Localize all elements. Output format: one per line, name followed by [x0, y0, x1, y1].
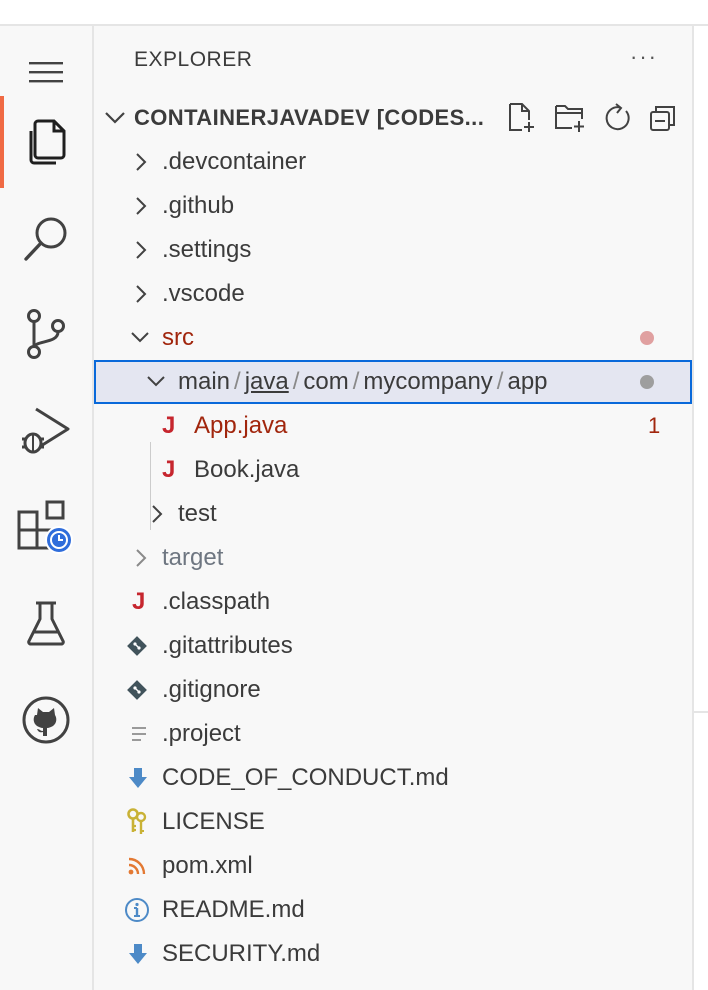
- testing-flask-icon: [27, 601, 65, 646]
- tree-label: App.java: [194, 412, 288, 439]
- path-segment-main[interactable]: main: [178, 368, 230, 395]
- git-file-icon: [126, 624, 148, 668]
- search-button[interactable]: [0, 194, 92, 286]
- tree-file-gitignore[interactable]: .gitignore: [94, 668, 692, 712]
- tree-folder-main-java-com-mycompany-app[interactable]: main / java / com / mycompany / app: [94, 360, 692, 404]
- tree-file-license[interactable]: LICENSE: [94, 800, 692, 844]
- editor-area-edge: [692, 26, 708, 990]
- github-icon: [22, 696, 70, 744]
- path-segment-java[interactable]: java: [245, 368, 289, 395]
- activity-bar: [0, 26, 94, 990]
- chevron-right-icon: [136, 549, 147, 567]
- tree-label: CODE_OF_CONDUCT.md: [162, 764, 449, 791]
- info-icon: [124, 888, 150, 932]
- tree-label: README.md: [162, 896, 305, 923]
- tree-label: SECURITY.md: [162, 940, 321, 967]
- path-segment-app[interactable]: app: [507, 368, 547, 395]
- tree-folder-github[interactable]: .github: [94, 184, 692, 228]
- explorer-title: EXPLORER: [134, 48, 253, 71]
- tree-file-security[interactable]: SECURITY.md: [94, 932, 692, 976]
- tree-file-app-java[interactable]: J App.java 1: [94, 404, 692, 448]
- tree-label: .gitignore: [162, 676, 261, 703]
- markdown-file-icon: [128, 932, 148, 976]
- tree-label: .gitattributes: [162, 632, 293, 659]
- tree-folder-settings[interactable]: .settings: [94, 228, 692, 272]
- explorer-sidebar: EXPLORER ··· CONTAINERJAVADEV [CODES...: [94, 26, 692, 990]
- remote-explorer-button[interactable]: [0, 482, 92, 574]
- menu-icon: [29, 62, 63, 83]
- tree-label: Book.java: [194, 456, 300, 483]
- github-button[interactable]: [0, 674, 92, 766]
- explorer-button[interactable]: [0, 96, 92, 188]
- pane-divider: [694, 711, 708, 713]
- tree-file-readme[interactable]: README.md: [94, 888, 692, 932]
- workspace-section-header[interactable]: CONTAINERJAVADEV [CODES...: [94, 96, 692, 140]
- tree-folder-target[interactable]: target: [94, 536, 692, 580]
- tree-label: test: [178, 500, 217, 527]
- top-bar: [0, 0, 708, 26]
- tree-label: .settings: [162, 236, 252, 263]
- path-segment-com[interactable]: com: [303, 368, 348, 395]
- tree-label: .project: [162, 720, 241, 747]
- tree-folder-vscode[interactable]: .vscode: [94, 272, 692, 316]
- java-file-icon: J: [162, 456, 176, 483]
- tree-label: src: [162, 324, 194, 351]
- compact-folder-path: main / java / com / mycompany / app: [178, 360, 548, 404]
- tree-label: pom.xml: [162, 852, 253, 879]
- tree-label: target: [162, 544, 224, 571]
- path-separator: /: [496, 368, 504, 395]
- search-icon: [24, 217, 67, 261]
- tree-file-gitattributes[interactable]: .gitattributes: [94, 624, 692, 668]
- modified-indicator-dot: [640, 375, 654, 389]
- java-file-icon: J: [132, 588, 146, 615]
- path-segment-mycompany[interactable]: mycompany: [363, 368, 492, 395]
- testing-button[interactable]: [0, 578, 92, 670]
- chevron-right-icon: [136, 285, 147, 303]
- new-file-icon[interactable]: [506, 102, 536, 134]
- modified-indicator-dot: [640, 331, 654, 345]
- run-debug-icon: [22, 407, 70, 454]
- problem-count-badge: 1: [648, 413, 661, 438]
- tree-label: .vscode: [162, 280, 245, 307]
- collapse-all-icon[interactable]: [648, 102, 678, 134]
- tree-folder-src[interactable]: src: [94, 316, 692, 360]
- chevron-down-icon: [131, 332, 149, 343]
- remote-explorer-icon: [17, 500, 73, 554]
- chevron-right-icon: [152, 505, 163, 523]
- license-key-icon: [126, 800, 148, 844]
- tree-file-pom[interactable]: pom.xml: [94, 844, 692, 888]
- path-separator: /: [292, 368, 300, 395]
- java-file-icon: J: [162, 412, 176, 439]
- chevron-right-icon: [136, 197, 147, 215]
- source-control-button[interactable]: [0, 288, 92, 380]
- files-icon: [29, 119, 66, 165]
- more-actions-button[interactable]: ···: [630, 44, 658, 70]
- chevron-right-icon: [136, 241, 147, 259]
- tree-label: .github: [162, 192, 235, 219]
- run-debug-button[interactable]: [0, 384, 92, 476]
- rss-feed-icon: [128, 844, 146, 888]
- tree-folder-test[interactable]: test: [94, 492, 692, 536]
- chevron-down-icon: [147, 376, 165, 387]
- tree-label: .devcontainer: [162, 148, 307, 175]
- tree-file-classpath[interactable]: J .classpath: [94, 580, 692, 624]
- tree-label: .classpath: [162, 588, 271, 615]
- new-folder-icon[interactable]: [554, 102, 586, 134]
- path-separator: /: [352, 368, 360, 395]
- text-file-icon: [130, 712, 148, 756]
- chevron-right-icon: [136, 153, 147, 171]
- tree-file-book-java[interactable]: J Book.java: [94, 448, 692, 492]
- tree-label: LICENSE: [162, 808, 265, 835]
- tree-file-project[interactable]: .project: [94, 712, 692, 756]
- path-separator: /: [234, 368, 241, 395]
- refresh-icon[interactable]: [602, 102, 632, 134]
- tree-folder-devcontainer[interactable]: .devcontainer: [94, 140, 692, 184]
- tree-file-code-of-conduct[interactable]: CODE_OF_CONDUCT.md: [94, 756, 692, 800]
- markdown-file-icon: [128, 756, 148, 800]
- workspace-title: CONTAINERJAVADEV [CODES...: [134, 105, 485, 130]
- chevron-down-icon: [105, 112, 125, 124]
- source-control-icon: [27, 309, 65, 359]
- git-file-icon: [126, 668, 148, 712]
